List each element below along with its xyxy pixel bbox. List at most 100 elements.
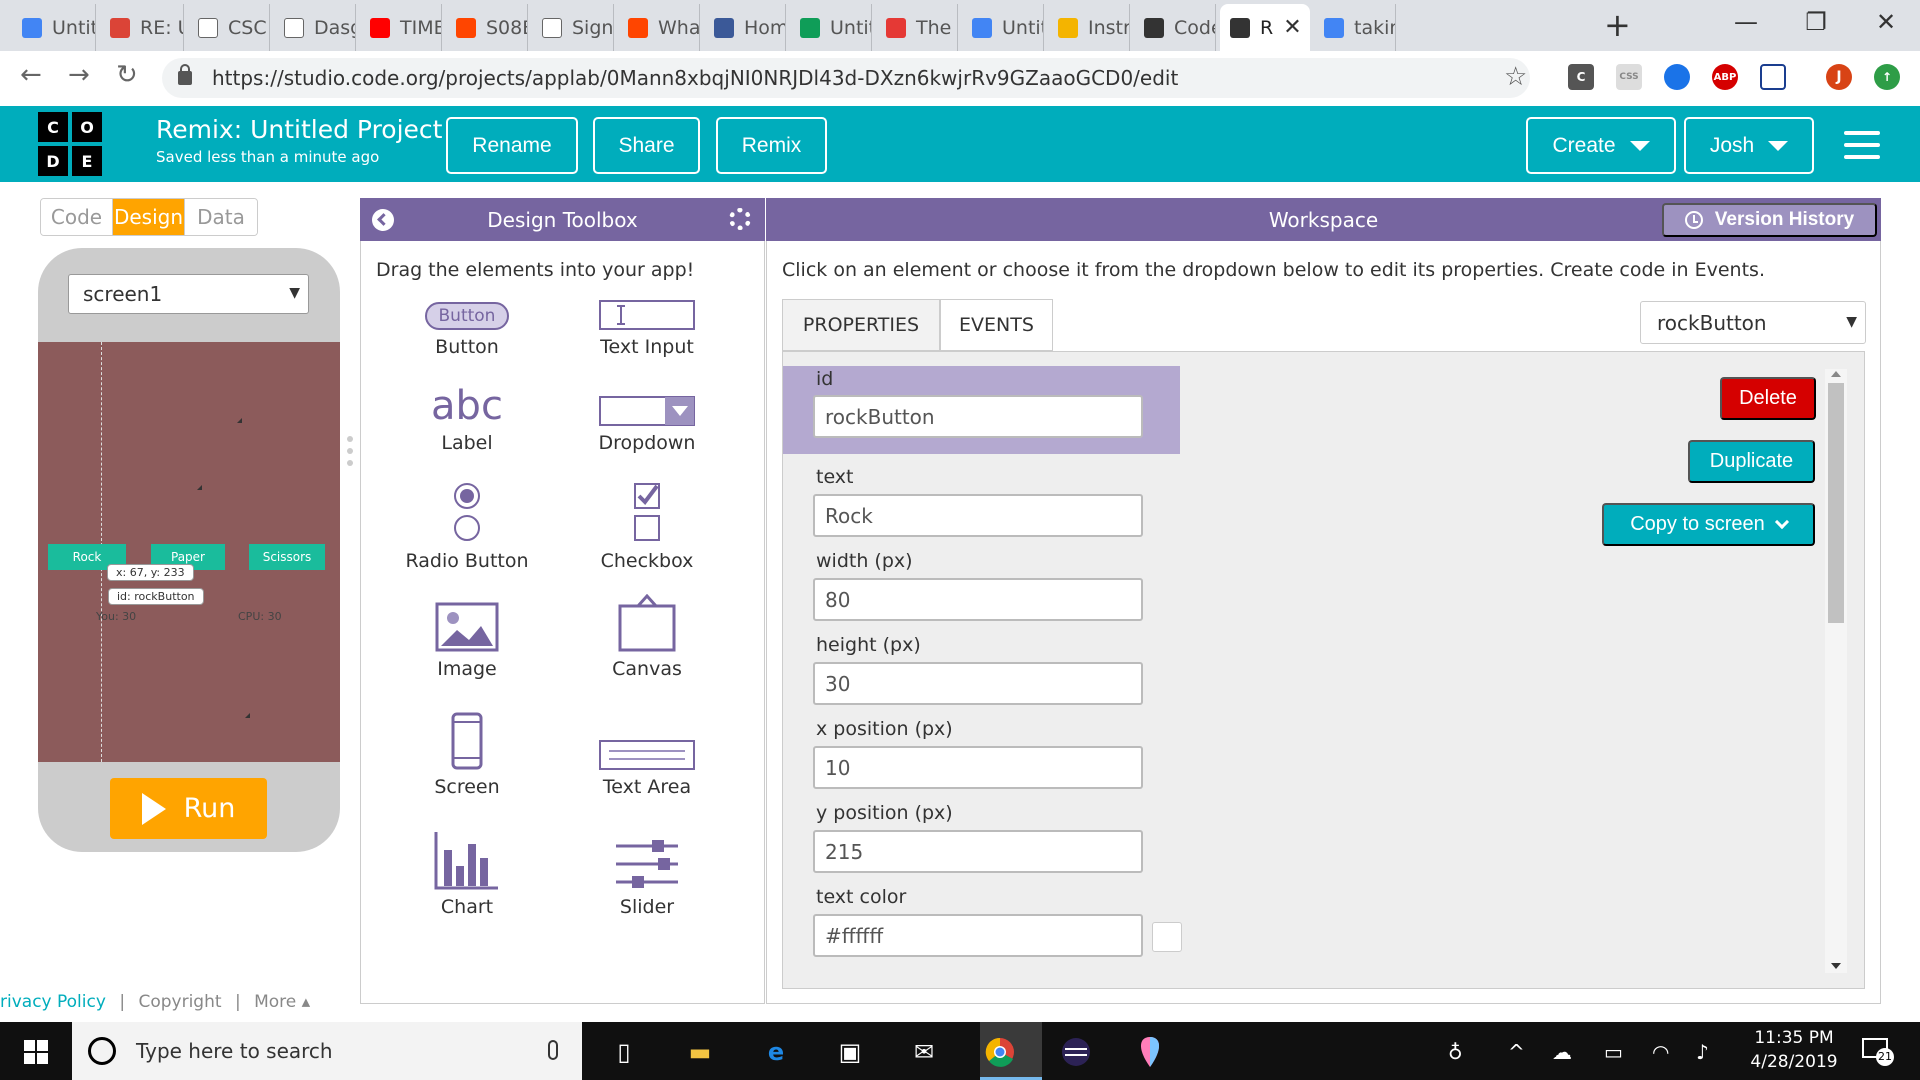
browser-tab[interactable]: Untit xyxy=(12,4,96,51)
scroll-up-icon[interactable] xyxy=(1831,371,1841,377)
toolbox-item-text-area[interactable]: Text Area xyxy=(557,712,737,798)
close-tab-icon[interactable]: ✕ xyxy=(1283,15,1301,40)
version-history-button[interactable]: Version History xyxy=(1662,203,1877,237)
toolbox-item-canvas[interactable]: Canvas xyxy=(557,594,737,680)
browser-tab[interactable]: TIME xyxy=(360,4,442,51)
notification-center-icon[interactable]: 21 xyxy=(1862,1038,1894,1066)
show-hidden-icons-chevron[interactable]: ^ xyxy=(1508,1040,1525,1064)
screen-select[interactable]: screen1 ▼ xyxy=(68,274,309,314)
copyright-link[interactable]: Copyright xyxy=(138,992,221,1012)
chrome-icon[interactable] xyxy=(982,1034,1018,1070)
browser-tab[interactable]: Dasg xyxy=(274,4,356,51)
toolbox-item-button[interactable]: Button Button xyxy=(377,298,557,358)
new-tab-button[interactable]: + xyxy=(1604,8,1631,42)
paint3d-icon[interactable] xyxy=(1132,1034,1168,1070)
create-menu-button[interactable]: Create xyxy=(1526,117,1676,174)
browser-tab[interactable]: The xyxy=(876,4,958,51)
browser-tab[interactable]: Untit xyxy=(962,4,1044,51)
hamburger-menu-icon[interactable] xyxy=(1844,131,1880,159)
onedrive-icon[interactable]: ☁ xyxy=(1552,1040,1572,1064)
people-icon[interactable]: ♁ xyxy=(1448,1040,1463,1064)
taskbar-search-input[interactable]: Type here to search xyxy=(72,1022,582,1080)
delete-button[interactable]: Delete xyxy=(1720,377,1816,420)
browser-tab[interactable]: Code xyxy=(1134,4,1216,51)
scroll-thumb[interactable] xyxy=(1828,383,1844,623)
run-button[interactable]: Run xyxy=(110,778,267,839)
battery-icon[interactable]: ▭ xyxy=(1604,1040,1623,1064)
restore-icon[interactable]: ❐ xyxy=(1786,4,1846,40)
user-menu-button[interactable]: Josh xyxy=(1684,117,1814,174)
toolbox-item-label[interactable]: abc Label xyxy=(377,382,557,454)
browser-tab[interactable]: Sign xyxy=(532,4,614,51)
id-field[interactable]: rockButton xyxy=(813,395,1143,438)
reload-icon[interactable]: ↻ xyxy=(116,60,138,90)
app-cpu-score-label[interactable]: CPU: 30 xyxy=(238,610,282,623)
privacy-policy-link[interactable]: rivacy Policy xyxy=(0,992,106,1012)
collapse-toolbox-icon[interactable] xyxy=(372,209,394,231)
extension-css-icon[interactable]: CSS xyxy=(1616,64,1642,90)
profile-avatar[interactable]: J xyxy=(1826,64,1852,90)
extension-moon-icon[interactable] xyxy=(1664,64,1690,90)
browser-tab[interactable]: R ✕ xyxy=(1220,4,1310,51)
toolbox-item-checkbox[interactable]: Checkbox xyxy=(557,480,737,572)
panel-resize-handle[interactable] xyxy=(347,436,353,466)
mode-tab-code[interactable]: Code xyxy=(41,199,113,235)
taskbar-clock[interactable]: 11:35 PM 4/28/2019 xyxy=(1744,1026,1844,1074)
copy-to-screen-button[interactable]: Copy to screen xyxy=(1602,503,1815,546)
more-link[interactable]: More ▴ xyxy=(254,992,310,1012)
tab-events[interactable]: EVENTS xyxy=(940,299,1053,351)
browser-tab[interactable]: S08E xyxy=(446,4,528,51)
duplicate-button[interactable]: Duplicate xyxy=(1688,440,1815,483)
text-color-field[interactable]: #ffffff xyxy=(813,914,1143,957)
toolbox-item-dropdown[interactable]: Dropdown xyxy=(557,382,737,454)
remix-button[interactable]: Remix xyxy=(716,117,827,174)
wifi-icon[interactable]: ◠ xyxy=(1652,1040,1669,1064)
color-swatch[interactable] xyxy=(1152,922,1182,952)
tab-properties[interactable]: PROPERTIES xyxy=(782,299,940,351)
app-you-score-label[interactable]: You: 30 xyxy=(96,610,136,623)
browser-tab[interactable]: Hom xyxy=(704,4,786,51)
task-view-icon[interactable]: ▯ xyxy=(606,1034,642,1070)
rename-button[interactable]: Rename xyxy=(446,117,578,174)
gear-icon[interactable] xyxy=(729,208,751,230)
app-screen[interactable]: Rock Paper Scissors x: 67, y: 233 id: ro… xyxy=(38,342,340,762)
y-position-field[interactable]: 215 xyxy=(813,830,1143,873)
height-field[interactable]: 30 xyxy=(813,662,1143,705)
address-bar[interactable]: https://studio.code.org/projects/applab/… xyxy=(162,58,1530,98)
mode-tab-data[interactable]: Data xyxy=(185,199,257,235)
browser-tab[interactable]: RE: U xyxy=(100,4,184,51)
volume-icon[interactable]: ♪ xyxy=(1696,1040,1709,1064)
element-select[interactable]: rockButton ▼ xyxy=(1640,301,1866,344)
adblock-icon[interactable]: ABP xyxy=(1712,64,1738,90)
browser-tab[interactable]: takin xyxy=(1314,4,1396,51)
browser-tab[interactable]: Untit xyxy=(790,4,872,51)
x-position-field[interactable]: 10 xyxy=(813,746,1143,789)
mode-tab-design[interactable]: Design xyxy=(113,199,185,235)
toolbox-item-chart[interactable]: Chart xyxy=(377,830,557,918)
minimize-icon[interactable]: — xyxy=(1716,4,1776,40)
windows-start-icon[interactable] xyxy=(24,1040,48,1064)
width-field[interactable]: 80 xyxy=(813,578,1143,621)
close-window-icon[interactable]: ✕ xyxy=(1856,4,1916,40)
extension-search-icon[interactable] xyxy=(1760,64,1786,90)
scroll-down-icon[interactable] xyxy=(1831,963,1841,969)
browser-tab[interactable]: What xyxy=(618,4,700,51)
browser-tab[interactable]: Instr xyxy=(1048,4,1130,51)
share-button[interactable]: Share xyxy=(593,117,700,174)
mail-icon[interactable]: ✉ xyxy=(906,1034,942,1070)
extension-c-icon[interactable]: C xyxy=(1568,64,1594,90)
toolbox-item-text-input[interactable]: Text Input xyxy=(557,298,737,358)
file-explorer-icon[interactable]: ▬ xyxy=(682,1034,718,1070)
microphone-icon[interactable] xyxy=(548,1040,558,1060)
toolbox-item-screen[interactable]: Screen xyxy=(377,712,557,798)
update-arrow-icon[interactable]: ↑ xyxy=(1874,64,1900,90)
store-icon[interactable]: ▣ xyxy=(832,1034,868,1070)
bookmark-star-icon[interactable]: ☆ xyxy=(1504,62,1527,92)
text-field[interactable]: Rock xyxy=(813,494,1143,537)
back-arrow-icon[interactable]: ← xyxy=(20,60,42,90)
properties-scrollbar[interactable] xyxy=(1825,369,1847,973)
forward-arrow-icon[interactable]: → xyxy=(68,60,90,90)
app-scissors-button[interactable]: Scissors xyxy=(249,544,325,570)
toolbox-item-radio-button[interactable]: Radio Button xyxy=(377,480,557,572)
edge-icon[interactable]: e xyxy=(758,1034,794,1070)
